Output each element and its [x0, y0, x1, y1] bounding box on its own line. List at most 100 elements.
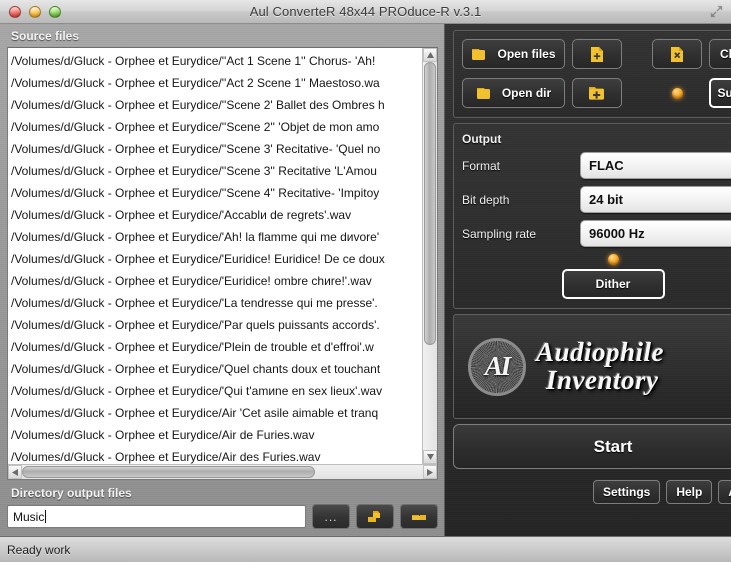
title-bar: Aul ConverteR 48x44 PROduce-R v.3.1 — [0, 0, 731, 24]
clear-button[interactable]: Clear — [709, 39, 731, 69]
samplerate-select[interactable]: 96000 Hz — [580, 220, 731, 247]
source-panel: Source files /Volumes/d/Gluck - Orphee e… — [0, 24, 445, 536]
samplerate-row: Sampling rate 96000 Hz — [462, 220, 731, 247]
text-caret — [45, 510, 47, 523]
list-item[interactable]: /Volumes/d/Gluck - Orphee et Eurydice/'A… — [11, 226, 422, 248]
source-files-list[interactable]: /Volumes/d/Gluck - Orphee et Eurydice/''… — [8, 48, 422, 464]
scroll-up-arrow-icon[interactable] — [423, 48, 437, 62]
list-item[interactable]: /Volumes/d/Gluck - Orphee et Eurydice/''… — [11, 116, 422, 138]
window-title: Aul ConverteR 48x44 PROduce-R v.3.1 — [249, 4, 482, 19]
output-dir-row: Music ... — [7, 504, 438, 536]
vertical-scrollbar[interactable] — [422, 48, 437, 464]
status-text: Ready work — [7, 542, 71, 557]
list-item[interactable]: /Volumes/d/Gluck - Orphee et Eurydice/''… — [11, 182, 422, 204]
output-dir-value: Music — [13, 509, 45, 524]
window-body: Source files /Volumes/d/Gluck - Orphee e… — [0, 24, 731, 536]
source-files-listbox[interactable]: /Volumes/d/Gluck - Orphee et Eurydice/''… — [7, 47, 438, 480]
samplerate-value: 96000 Hz — [589, 226, 645, 241]
footer-buttons: Settings Help About — [453, 480, 731, 504]
folder-move-right-icon-button[interactable] — [400, 504, 438, 529]
list-item[interactable]: /Volumes/d/Gluck - Orphee et Eurydice/'P… — [11, 314, 422, 336]
folder-move-right-icon — [412, 515, 426, 520]
list-item[interactable]: /Volumes/d/Gluck - Orphee et Eurydice/Ai… — [11, 424, 422, 446]
emblem-text: AI — [484, 351, 511, 381]
dither-toggle-button[interactable]: Dither — [561, 269, 665, 299]
list-item[interactable]: /Volumes/d/Gluck - Orphee et Eurydice/''… — [11, 94, 422, 116]
bitdepth-row: Bit depth 24 bit — [462, 186, 731, 213]
help-button[interactable]: Help — [666, 480, 713, 504]
subdir-toggle-button[interactable]: Subdir — [709, 78, 731, 108]
folder-add-icon — [589, 86, 604, 100]
about-button[interactable]: About — [718, 480, 731, 504]
file-delete-icon — [671, 46, 683, 62]
horizontal-scroll-track[interactable] — [22, 465, 423, 479]
ai-emblem-icon: AI — [468, 337, 526, 396]
source-actions-row-1: Open files Cl — [462, 39, 731, 69]
settings-button[interactable]: Settings — [592, 480, 661, 504]
remove-files-button[interactable] — [652, 39, 702, 69]
minimize-button[interactable] — [29, 5, 41, 18]
format-label: Format — [462, 158, 501, 173]
list-item[interactable]: /Volumes/d/Gluck - Orphee et Eurydice/'E… — [11, 270, 422, 292]
list-item[interactable]: /Volumes/d/Gluck - Orphee et Eurydice/'P… — [11, 336, 422, 358]
subdir-led-holder — [652, 87, 702, 99]
bitdepth-label: Bit depth — [462, 192, 510, 207]
open-dir-label: Open dir — [501, 86, 552, 100]
right-panel: Open files Cl Open dir Su Output Format … — [445, 24, 731, 536]
add-files-button[interactable] — [572, 39, 622, 69]
folder-move-up-icon-button[interactable] — [356, 504, 394, 529]
scroll-down-arrow-icon[interactable] — [423, 450, 437, 464]
bitdepth-select[interactable]: 24 bit — [580, 186, 731, 213]
browse-button[interactable]: ... — [312, 504, 350, 529]
vertical-scroll-track[interactable] — [423, 62, 437, 450]
expand-icon[interactable] — [709, 4, 724, 19]
zoom-button[interactable] — [49, 5, 61, 18]
list-item[interactable]: /Volumes/d/Gluck - Orphee et Eurydice/'E… — [11, 248, 422, 270]
format-row: Format FLAC — [462, 152, 731, 179]
close-button[interactable] — [9, 5, 21, 18]
output-dir-input[interactable]: Music — [7, 505, 306, 528]
open-dir-button[interactable]: Open dir — [462, 78, 565, 108]
list-item[interactable]: /Volumes/d/Gluck - Orphee et Eurydice/'Q… — [11, 358, 422, 380]
output-group: Output Format FLAC Bit depth 24 bit Samp… — [453, 123, 731, 309]
format-select[interactable]: FLAC — [580, 152, 731, 179]
dither-section: Dither — [462, 254, 731, 299]
file-add-icon — [591, 46, 603, 62]
application-window: Aul ConverteR 48x44 PROduce-R v.3.1 Sour… — [0, 0, 731, 562]
add-dir-button[interactable] — [572, 78, 622, 108]
list-item[interactable]: /Volumes/d/Gluck - Orphee et Eurydice/'L… — [11, 292, 422, 314]
output-title: Output — [462, 132, 502, 146]
brand-line-1: Audiophile — [536, 336, 665, 367]
brand-wordmark: Audiophile Inventory — [536, 336, 665, 394]
start-button[interactable]: Start — [453, 424, 731, 469]
list-item[interactable]: /Volumes/d/Gluck - Orphee et Eurydice/Ai… — [11, 446, 422, 464]
list-item[interactable]: /Volumes/d/Gluck - Orphee et Eurydice/''… — [11, 160, 422, 182]
scroll-left-arrow-icon[interactable] — [8, 465, 22, 479]
vertical-scroll-thumb[interactable] — [424, 62, 436, 346]
list-item[interactable]: /Volumes/d/Gluck - Orphee et Eurydice/''… — [11, 50, 422, 72]
scroll-right-arrow-icon[interactable] — [423, 465, 437, 479]
horizontal-scroll-thumb[interactable] — [22, 466, 315, 478]
list-item[interactable]: /Volumes/d/Gluck - Orphee et Eurydice/'A… — [11, 204, 422, 226]
source-actions-group: Open files Cl Open dir Su — [453, 30, 731, 118]
horizontal-scrollbar[interactable] — [8, 464, 437, 479]
list-item[interactable]: /Volumes/d/Gluck - Orphee et Eurydice/''… — [11, 72, 422, 94]
open-files-button[interactable]: Open files — [462, 39, 565, 69]
list-item[interactable]: /Volumes/d/Gluck - Orphee et Eurydice/''… — [11, 138, 422, 160]
output-dir-label: Directory output files — [11, 486, 132, 500]
list-item[interactable]: /Volumes/d/Gluck - Orphee et Eurydice/'Q… — [11, 380, 422, 402]
format-value: FLAC — [589, 158, 624, 173]
folder-move-up-icon — [368, 511, 380, 522]
folder-icon — [472, 48, 486, 60]
status-bar: Ready work — [0, 536, 731, 562]
source-actions-row-2: Open dir Subdir — [462, 78, 731, 108]
samplerate-label: Sampling rate — [462, 226, 537, 241]
dither-led-indicator — [607, 254, 619, 265]
folder-icon — [476, 87, 490, 99]
list-item[interactable]: /Volumes/d/Gluck - Orphee et Eurydice/Ai… — [11, 402, 422, 424]
branding-logo: AI Audiophile Inventory — [453, 314, 731, 419]
open-files-label: Open files — [497, 47, 556, 61]
source-files-label: Source files — [11, 29, 80, 43]
window-controls — [9, 5, 61, 18]
bitdepth-value: 24 bit — [589, 192, 623, 207]
